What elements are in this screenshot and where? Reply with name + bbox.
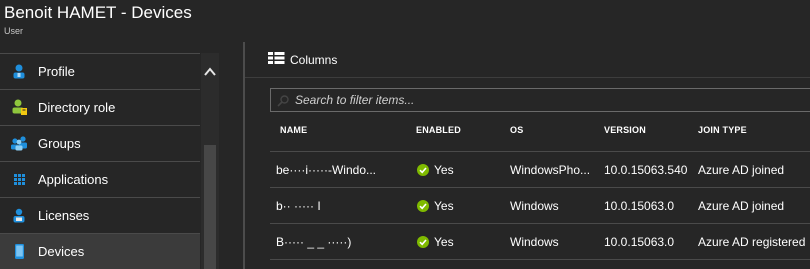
- column-header-name[interactable]: NAME: [280, 125, 307, 135]
- sidebar-item-groups[interactable]: Groups: [0, 125, 200, 161]
- enabled-value: Yes: [434, 163, 454, 177]
- version-value: 10.0.15063.0: [604, 235, 675, 249]
- scrollbar-thumb[interactable]: [204, 145, 216, 269]
- user-icon: [0, 54, 38, 90]
- sidebar-item-label: Profile: [38, 64, 75, 79]
- search-input[interactable]: [295, 89, 795, 111]
- os-value: Windows: [510, 235, 559, 249]
- sidebar-item-label: Licenses: [38, 208, 90, 223]
- device-icon: [0, 234, 38, 269]
- toolbar-divider: [245, 77, 810, 78]
- applications-grid-icon: [0, 162, 38, 198]
- os-value: Windows: [510, 199, 559, 213]
- table-row[interactable]: B····· _ _ ·····) Yes Windows 10.0.15063…: [270, 224, 810, 260]
- version-value: 10.0.15063.0: [604, 199, 675, 213]
- column-header-os[interactable]: OS: [510, 125, 523, 135]
- check-circle-icon: [417, 200, 429, 212]
- sidebar-item-directory-role[interactable]: Directory role: [0, 89, 200, 125]
- sidebar-item-profile[interactable]: Profile: [0, 53, 200, 89]
- check-circle-icon: [417, 164, 429, 176]
- sidebar-item-licenses[interactable]: Licenses: [0, 197, 200, 233]
- device-name[interactable]: be····i·····-Windo...: [276, 163, 404, 177]
- licenses-icon: [0, 198, 38, 234]
- search-icon: [276, 94, 290, 108]
- groups-icon: [0, 126, 38, 162]
- table-row[interactable]: be····i·····-Windo... Yes WindowsPho... …: [270, 152, 810, 188]
- version-value: 10.0.15063.540: [604, 163, 688, 177]
- join-type-value: Azure AD registered: [698, 235, 806, 249]
- page-subtitle: User: [4, 26, 24, 36]
- sidebar-item-label: Applications: [38, 172, 109, 187]
- chevron-up-icon[interactable]: [203, 65, 217, 79]
- table-row[interactable]: b·· ····· I Yes Windows 10.0.15063.0 Azu…: [270, 188, 810, 224]
- sidebar-item-label: Groups: [38, 136, 81, 151]
- column-header-version[interactable]: VERSION: [604, 125, 646, 135]
- sidebar: Profile Directory role Groups Applicatio…: [0, 53, 200, 269]
- directory-role-icon: [0, 90, 38, 126]
- join-type-value: Azure AD joined: [698, 199, 785, 213]
- filter-search-box[interactable]: [270, 88, 810, 112]
- columns-button[interactable]: Columns: [268, 50, 337, 70]
- device-name[interactable]: b·· ····· I: [276, 199, 404, 213]
- enabled-value: Yes: [434, 235, 454, 249]
- columns-label: Columns: [290, 53, 338, 67]
- enabled-value: Yes: [434, 199, 454, 213]
- os-value: WindowsPho...: [510, 163, 591, 177]
- sidebar-item-label: Directory role: [38, 100, 116, 115]
- column-header-enabled[interactable]: ENABLED: [416, 125, 461, 135]
- device-name[interactable]: B····· _ _ ·····): [276, 235, 404, 249]
- sidebar-item-devices[interactable]: Devices: [0, 233, 200, 269]
- sidebar-item-label: Devices: [38, 244, 85, 259]
- page-title: Benoit HAMET - Devices: [4, 3, 192, 22]
- blade-header: Benoit HAMET - Devices User: [0, 0, 810, 42]
- columns-icon: [268, 51, 285, 69]
- sidebar-scrollbar[interactable]: [201, 53, 219, 269]
- join-type-value: Azure AD joined: [698, 163, 785, 177]
- check-circle-icon: [417, 236, 429, 248]
- column-header-join-type[interactable]: JOIN TYPE: [698, 125, 747, 135]
- sidebar-item-applications[interactable]: Applications: [0, 161, 200, 197]
